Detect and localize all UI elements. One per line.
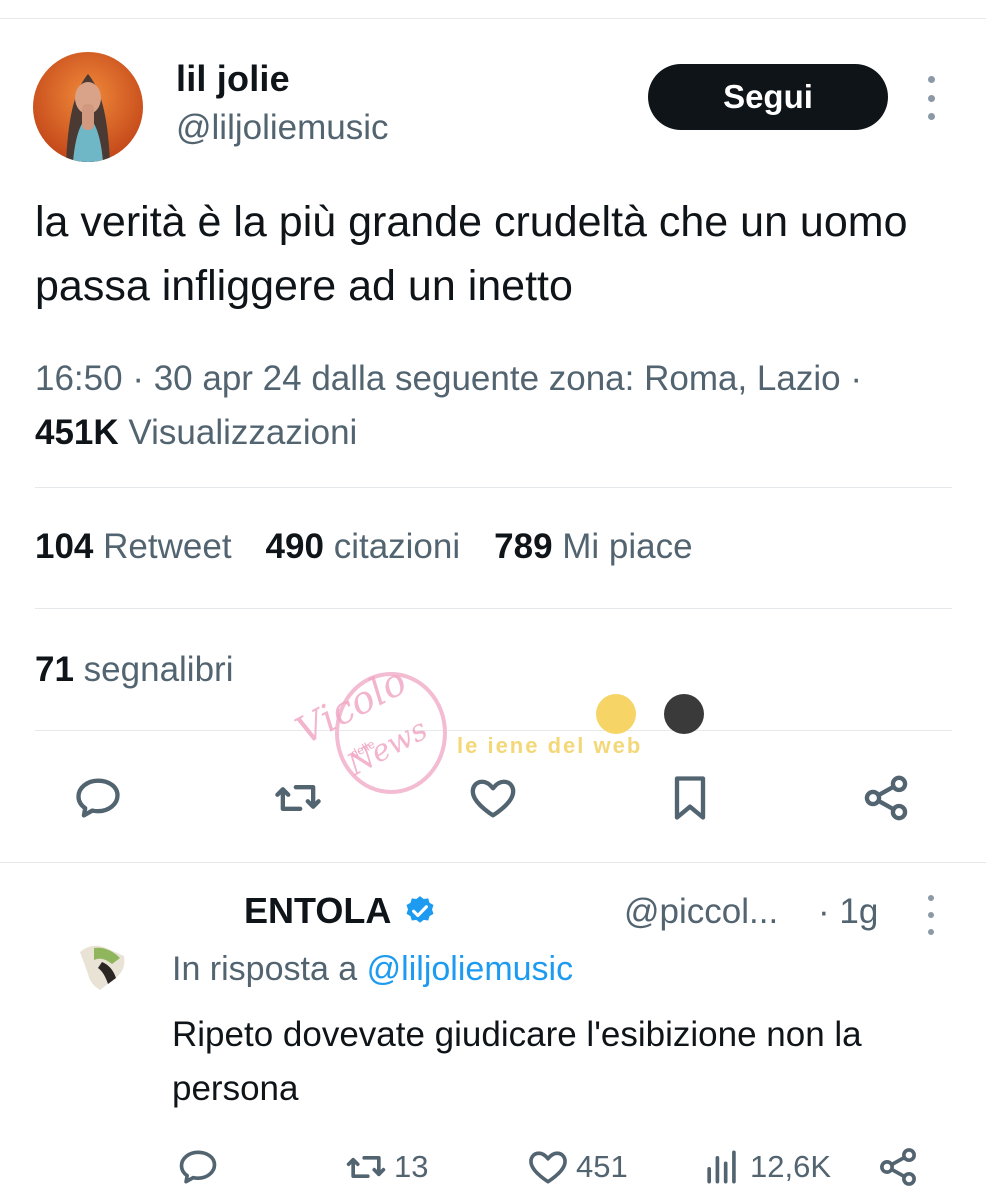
like-button[interactable] <box>465 770 521 826</box>
share-icon <box>880 1148 916 1186</box>
reply-retweet-button[interactable]: 13 <box>344 1143 428 1191</box>
divider <box>35 487 952 488</box>
tweet-meta: 16:50 · 30 apr 24 dalla seguente zona: R… <box>35 359 862 452</box>
like-icon <box>470 779 516 818</box>
reply-text: Ripeto dovevate giudicare l'esibizione n… <box>172 1015 862 1108</box>
views-label: Visualizzazioni <box>128 413 358 452</box>
profile-photo-icon <box>80 945 125 990</box>
reply-share-button[interactable] <box>876 1143 926 1191</box>
section-divider <box>0 862 986 863</box>
tweet-location: dalla seguente zona: Roma, Lazio <box>311 359 841 398</box>
author-avatar[interactable] <box>33 52 143 162</box>
reply-views-count: 12,6K <box>750 1149 832 1184</box>
reply-retweets-count: 13 <box>394 1149 429 1184</box>
quotes-count: 490 <box>265 527 324 566</box>
like-icon <box>529 1151 567 1184</box>
divider <box>35 730 952 731</box>
reply-button[interactable] <box>70 770 126 826</box>
retweet-button[interactable] <box>270 770 326 826</box>
more-options-icon[interactable] <box>921 76 941 120</box>
share-icon <box>864 775 908 821</box>
reply-like-button[interactable]: 451 <box>526 1143 628 1191</box>
divider <box>35 608 952 609</box>
watermark-character-icon <box>664 694 704 734</box>
views-count: 451K <box>35 413 119 452</box>
reply-icon <box>76 778 120 818</box>
reply-time[interactable]: · 1g <box>818 892 878 932</box>
bookmark-icon <box>674 776 706 820</box>
tweet-date[interactable]: 30 apr 24 <box>154 359 302 398</box>
share-button[interactable] <box>858 770 914 826</box>
engagement-stats: 104 Retweet 490 citazioni 789 Mi piace <box>35 527 727 567</box>
watermark-character-icon <box>596 694 636 734</box>
quotes-stat[interactable]: 490 citazioni <box>266 527 461 566</box>
likes-count: 789 <box>494 527 553 566</box>
bookmarks-stat[interactable]: 71 segnalibri <box>35 650 233 690</box>
bookmarks-count: 71 <box>35 650 74 689</box>
retweets-label: Retweet <box>103 527 232 566</box>
in-reply-to: In risposta a @liljoliemusic <box>172 950 573 989</box>
likes-stat[interactable]: 789 Mi piace <box>494 527 692 566</box>
reply-reply-button[interactable] <box>176 1143 226 1191</box>
reply-display-name-text: ENTOLA <box>244 890 392 931</box>
in-reply-prefix: In risposta a <box>172 950 358 988</box>
top-divider <box>0 18 986 19</box>
in-reply-mention[interactable]: @liljoliemusic <box>367 950 573 988</box>
reply-handle[interactable]: @piccol... <box>624 892 778 932</box>
author-handle[interactable]: @liljoliemusic <box>176 108 389 148</box>
reply-more-options-icon[interactable] <box>921 895 941 935</box>
tweet-time[interactable]: 16:50 <box>35 359 123 398</box>
reply-views-button[interactable]: 12,6K <box>700 1143 831 1191</box>
retweet-icon <box>275 785 321 811</box>
tweet-text: la verità è la più grande crudeltà che u… <box>35 198 908 310</box>
bookmark-button[interactable] <box>662 770 718 826</box>
verified-badge-icon <box>406 896 434 923</box>
likes-label: Mi piace <box>562 527 693 566</box>
bookmarks-label: segnalibri <box>83 650 234 689</box>
views-chart-icon <box>707 1150 736 1184</box>
reply-display-name[interactable]: ENTOLA <box>244 890 437 932</box>
profile-photo-icon <box>33 52 143 162</box>
retweets-count: 104 <box>35 527 94 566</box>
reply-author-avatar[interactable] <box>72 938 132 998</box>
retweet-icon <box>346 1156 386 1178</box>
watermark-text: le iene del web <box>457 733 643 758</box>
quotes-label: citazioni <box>333 527 461 566</box>
retweets-stat[interactable]: 104 Retweet <box>35 527 232 566</box>
author-display-name[interactable]: lil jolie <box>176 58 290 100</box>
reply-icon <box>179 1150 217 1184</box>
follow-button[interactable]: Segui <box>648 64 888 130</box>
reply-likes-count: 451 <box>576 1149 628 1184</box>
